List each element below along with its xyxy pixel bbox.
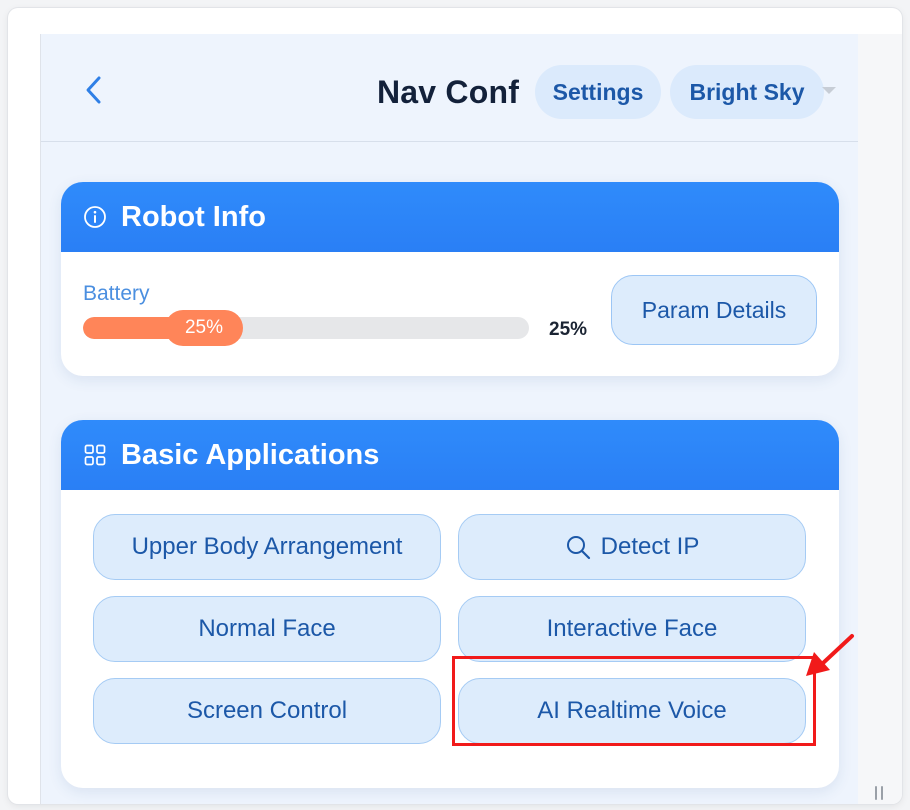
screen-control-button[interactable]: Screen Control xyxy=(93,678,441,744)
basic-applications-title: Basic Applications xyxy=(121,438,380,471)
dropdown-caret-icon[interactable] xyxy=(822,87,836,94)
normal-face-button[interactable]: Normal Face xyxy=(93,596,441,662)
button-label: Normal Face xyxy=(198,615,336,642)
page-title: Nav Conf xyxy=(377,74,520,110)
button-label: AI Realtime Voice xyxy=(537,697,727,724)
robot-info-header: Robot Info xyxy=(61,182,839,252)
chevron-left-icon xyxy=(86,76,101,104)
battery-progress-bar xyxy=(83,317,529,339)
interactive-face-button[interactable]: Interactive Face xyxy=(458,596,806,662)
button-label: Upper Body Arrangement xyxy=(131,533,403,560)
detect-ip-button[interactable]: Detect IP xyxy=(458,514,806,580)
upper-body-arrangement-button[interactable]: Upper Body Arrangement xyxy=(93,514,441,580)
basic-applications-header: Basic Applications xyxy=(61,420,839,490)
param-details-button[interactable]: Param Details xyxy=(611,275,817,345)
search-icon xyxy=(566,536,590,560)
apps-grid-icon xyxy=(84,444,106,466)
info-icon xyxy=(84,206,106,228)
ai-realtime-voice-button[interactable]: AI Realtime Voice xyxy=(458,678,806,744)
settings-button[interactable]: Settings xyxy=(535,65,661,119)
side-panel xyxy=(858,34,902,804)
device-screen: Nav Conf Settings Bright Sky Robot Info … xyxy=(40,34,859,804)
battery-value: 25% xyxy=(549,319,588,340)
button-label: Screen Control xyxy=(186,697,348,724)
basic-applications-card: Basic Applications Upper Body Arrangemen… xyxy=(61,420,839,788)
button-label: Interactive Face xyxy=(546,615,718,642)
battery-label: Battery xyxy=(83,282,150,305)
app-window: Nav Conf Settings Bright Sky Robot Info … xyxy=(8,8,902,804)
robot-info-card: Robot Info Battery 25% 25% Param Details xyxy=(61,182,839,376)
back-button[interactable] xyxy=(77,70,111,110)
robot-info-title: Robot Info xyxy=(121,200,266,233)
battery-progress-bubble: 25% xyxy=(165,310,243,346)
resize-handle[interactable] xyxy=(872,786,886,804)
theme-select[interactable]: Bright Sky xyxy=(670,65,824,119)
button-label: Detect IP xyxy=(600,533,700,560)
top-bar: Nav Conf Settings Bright Sky xyxy=(41,34,859,142)
